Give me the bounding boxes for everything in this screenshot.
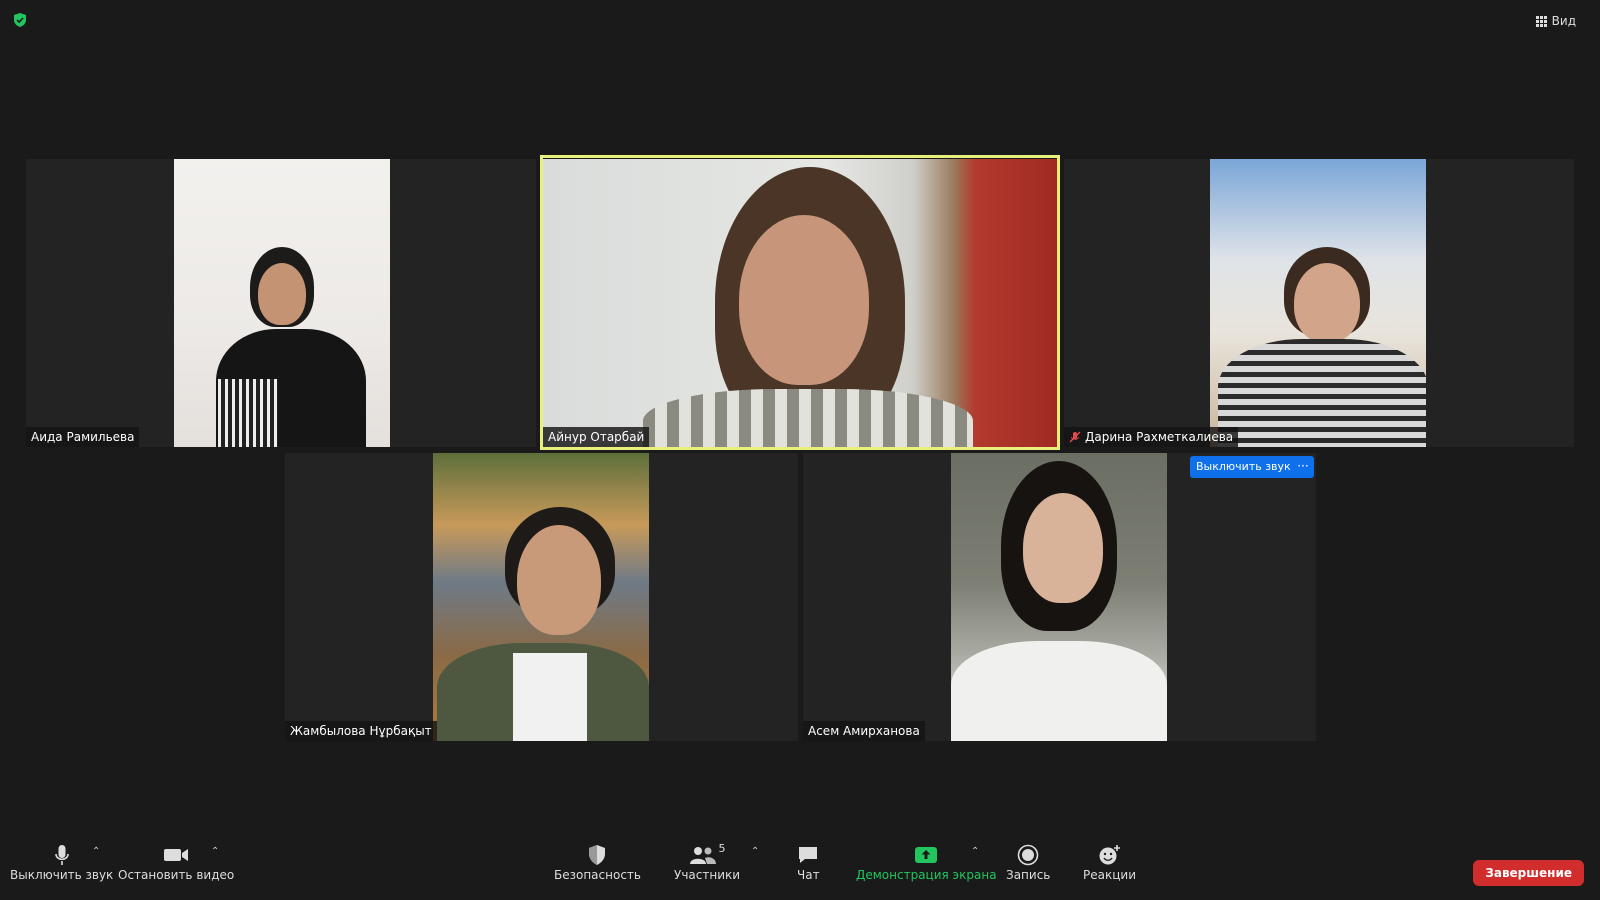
participants-label: Участники <box>674 868 741 882</box>
video-options-caret-icon[interactable]: ⌃ <box>211 846 219 857</box>
security-button[interactable]: Безопасность <box>554 842 641 882</box>
security-shield-icon[interactable] <box>12 12 28 28</box>
share-screen-label: Демонстрация экрана <box>856 868 997 882</box>
participant-video <box>543 159 1057 447</box>
meeting-toolbar: Выключить звук ⌃ Остановить видео ⌃ Безо… <box>0 830 1600 900</box>
participants-button[interactable]: 5 Участники <box>674 842 740 882</box>
participant-name-tag: Айнур Отарбай <box>543 427 650 447</box>
reactions-label: Реакции <box>1083 868 1136 882</box>
participant-name-tag: Дарина Рахметкалиева <box>1064 427 1239 447</box>
record-icon <box>1017 842 1039 868</box>
chat-bubble-icon <box>797 842 819 868</box>
participant-tile[interactable]: Асем Амирханова <box>803 453 1316 741</box>
end-meeting-button[interactable]: Завершение <box>1473 860 1584 886</box>
participant-tile[interactable]: Жамбылова Нұрбақыт <box>285 453 798 741</box>
view-button[interactable]: Вид <box>1530 10 1582 32</box>
participant-name-tag: Аида Рамильева <box>26 427 140 447</box>
video-label: Остановить видео <box>118 868 235 882</box>
share-screen-icon <box>914 842 938 868</box>
security-label: Безопасность <box>554 868 641 882</box>
record-label: Запись <box>1006 868 1051 882</box>
grid-icon <box>1535 15 1547 27</box>
muted-mic-icon <box>1069 431 1081 443</box>
participant-video <box>174 159 390 447</box>
mute-label: Выключить звук <box>10 868 114 882</box>
participants-icon: 5 <box>689 842 726 868</box>
chat-label: Чат <box>797 868 820 882</box>
video-camera-icon <box>163 842 189 868</box>
participant-tile[interactable]: Аида Рамильева <box>26 159 536 447</box>
audio-options-caret-icon[interactable]: ⌃ <box>92 846 100 857</box>
record-button[interactable]: Запись <box>1006 842 1050 882</box>
participant-name: Аида Рамильева <box>31 430 135 444</box>
microphone-icon <box>54 842 70 868</box>
participants-options-caret-icon[interactable]: ⌃ <box>751 846 759 857</box>
view-label: Вид <box>1551 14 1576 28</box>
participant-tile-active-speaker[interactable]: Айнур Отарбай <box>543 159 1057 447</box>
reactions-button[interactable]: Реакции <box>1083 842 1136 882</box>
participants-count: 5 <box>718 842 726 855</box>
chat-button[interactable]: Чат <box>797 842 820 882</box>
participant-name: Айнур Отарбай <box>548 430 645 444</box>
smiley-plus-icon <box>1098 842 1122 868</box>
shield-icon <box>587 842 607 868</box>
participant-name-tag: Жамбылова Нұрбақыт <box>285 721 437 741</box>
share-options-caret-icon[interactable]: ⌃ <box>971 846 979 857</box>
participant-name: Дарина Рахметкалиева <box>1085 430 1234 444</box>
participant-name-tag: Асем Амирханова <box>803 721 925 741</box>
participant-tile[interactable]: Дарина Рахметкалиева <box>1064 159 1574 447</box>
participant-name: Асем Амирханова <box>808 724 920 738</box>
participant-video <box>433 453 649 741</box>
participant-name: Жамбылова Нұрбақыт <box>290 724 432 738</box>
mute-participant-button[interactable]: Выключить звук <box>1190 456 1297 478</box>
participant-video <box>1210 159 1426 447</box>
more-options-button[interactable]: ··· <box>1292 456 1314 478</box>
participant-video <box>951 453 1167 741</box>
